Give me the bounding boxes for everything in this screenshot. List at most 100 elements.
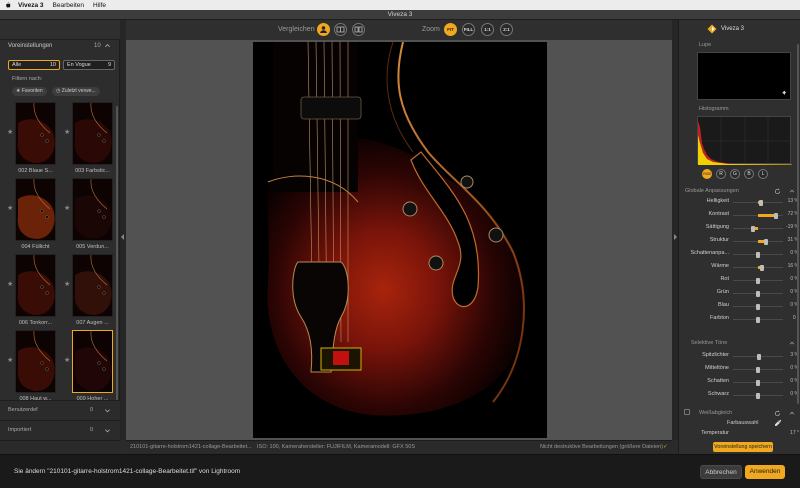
chevron-down-icon[interactable] bbox=[104, 427, 111, 434]
global-slider[interactable]: Grün 0 % bbox=[679, 287, 800, 299]
channel-b[interactable]: B bbox=[744, 169, 754, 179]
slider-track[interactable] bbox=[733, 379, 783, 386]
slider-knob[interactable] bbox=[756, 303, 760, 310]
favorite-star-icon[interactable]: ★ bbox=[64, 128, 70, 136]
slider-track[interactable] bbox=[733, 366, 783, 373]
favorite-star-icon[interactable]: ★ bbox=[7, 280, 13, 288]
favorite-star-icon[interactable]: ★ bbox=[7, 204, 13, 212]
tone-slider[interactable]: Schwarz 0 % bbox=[679, 389, 800, 401]
global-slider[interactable]: Helligkeit 13 % bbox=[679, 196, 800, 208]
reset-icon[interactable] bbox=[774, 410, 781, 417]
white-balance-header[interactable]: Weißabgleich bbox=[679, 408, 800, 418]
slider-temperature[interactable]: Temperatur 17 ° bbox=[679, 428, 800, 440]
slider-track[interactable] bbox=[733, 353, 783, 360]
preset-thumbnail[interactable] bbox=[72, 102, 113, 165]
eyedropper-icon[interactable] bbox=[775, 419, 782, 426]
selective-tones-header[interactable]: Selektive Töne bbox=[679, 338, 800, 348]
pin-icon[interactable] bbox=[781, 90, 787, 96]
global-slider[interactable]: Struktur 31 % bbox=[679, 235, 800, 247]
slider-knob[interactable] bbox=[751, 225, 756, 232]
slider-track[interactable] bbox=[733, 264, 783, 271]
preset-thumbnail[interactable] bbox=[15, 254, 56, 317]
menu-bearbeiten[interactable]: Bearbeiten bbox=[53, 2, 84, 9]
global-slider[interactable]: Rot 0 % bbox=[679, 274, 800, 286]
slider-track[interactable] bbox=[733, 392, 783, 399]
chevron-down-icon[interactable] bbox=[104, 407, 111, 414]
slider-knob[interactable] bbox=[760, 264, 764, 271]
favorite-star-icon[interactable]: ★ bbox=[7, 356, 13, 364]
slider-knob[interactable] bbox=[756, 353, 761, 360]
apple-menu-icon[interactable] bbox=[4, 1, 12, 9]
slider-track[interactable] bbox=[733, 316, 783, 323]
global-adjustments-header[interactable]: Globale Anpassungen bbox=[679, 186, 800, 196]
menu-app-name[interactable]: Viveza 3 bbox=[18, 2, 44, 9]
slider-knob[interactable] bbox=[756, 392, 760, 399]
user-defined-section[interactable]: Benutzerdef 0 bbox=[0, 400, 120, 420]
collapse-right-icon[interactable] bbox=[673, 234, 677, 240]
imported-section[interactable]: Importiert 0 bbox=[0, 420, 120, 440]
preset-filter-all[interactable]: Alle 10 bbox=[8, 60, 60, 70]
compare-single-button[interactable] bbox=[317, 23, 330, 36]
slider-knob[interactable] bbox=[756, 290, 760, 297]
slider-track[interactable] bbox=[733, 199, 783, 206]
slider-track[interactable] bbox=[733, 238, 783, 245]
loupe-view[interactable] bbox=[697, 52, 791, 100]
slider-knob[interactable] bbox=[756, 379, 760, 386]
filter-favorites[interactable]: ★ Favoriten bbox=[12, 87, 47, 96]
white-balance-checkbox[interactable] bbox=[684, 409, 690, 415]
slider-track[interactable] bbox=[733, 251, 783, 258]
global-slider[interactable]: Farbton 0 ° bbox=[679, 313, 800, 325]
zoom-2-1-button[interactable]: 2:1 bbox=[500, 23, 513, 36]
reset-icon[interactable] bbox=[774, 188, 781, 195]
preset-thumbnail[interactable] bbox=[72, 254, 113, 317]
collapse-left-icon[interactable] bbox=[121, 234, 125, 240]
tone-slider[interactable]: Mitteltöne 0 % bbox=[679, 363, 800, 375]
slider-track[interactable] bbox=[733, 290, 783, 297]
tone-slider[interactable]: Schatten 0 % bbox=[679, 376, 800, 388]
channel-l[interactable]: L bbox=[758, 169, 768, 179]
save-preset-button[interactable]: Voreinstellung speichern bbox=[713, 442, 773, 452]
zoom-fit-button[interactable]: FIT bbox=[444, 23, 457, 36]
zoom-1-1-button[interactable]: 1:1 bbox=[481, 23, 494, 36]
adjustments-scrollbar[interactable] bbox=[797, 44, 799, 404]
compare-sidebyside-button[interactable] bbox=[352, 23, 365, 36]
favorite-star-icon[interactable]: ★ bbox=[64, 280, 70, 288]
slider-knob[interactable] bbox=[763, 238, 768, 245]
slider-track[interactable] bbox=[733, 277, 783, 284]
channel-rgb[interactable]: RGB bbox=[702, 169, 712, 179]
favorite-star-icon[interactable]: ★ bbox=[64, 356, 70, 364]
chevron-up-icon[interactable] bbox=[789, 188, 795, 194]
guitar-photo[interactable] bbox=[253, 42, 547, 438]
chevron-up-icon[interactable] bbox=[104, 42, 111, 49]
slider-track[interactable] bbox=[733, 303, 783, 310]
channel-g[interactable]: G bbox=[730, 169, 740, 179]
channel-r[interactable]: R bbox=[716, 169, 726, 179]
slider-knob[interactable] bbox=[774, 212, 778, 219]
slider-knob[interactable] bbox=[756, 251, 760, 258]
checkmark-icon[interactable]: ✓ bbox=[663, 441, 668, 454]
preset-filter-envogue[interactable]: En Vogue 9 bbox=[63, 60, 115, 70]
tone-slider[interactable]: Spitzlichter 3 % bbox=[679, 350, 800, 362]
cancel-button[interactable]: Abbrechen bbox=[700, 465, 742, 479]
apply-button[interactable]: Anwenden bbox=[745, 465, 785, 479]
slider-track[interactable] bbox=[733, 212, 783, 219]
image-canvas[interactable] bbox=[126, 40, 672, 440]
global-slider[interactable]: Wärme 16 % bbox=[679, 261, 800, 273]
chevron-up-icon[interactable] bbox=[789, 410, 795, 416]
slider-knob[interactable] bbox=[756, 277, 760, 284]
global-slider[interactable]: Blau 0 % bbox=[679, 300, 800, 312]
favorite-star-icon[interactable]: ★ bbox=[7, 128, 13, 136]
global-slider[interactable]: Kontrast 72 % bbox=[679, 209, 800, 221]
zoom-fill-button[interactable]: FILL bbox=[462, 23, 475, 36]
global-slider[interactable]: Schattenanpa... 0 % bbox=[679, 248, 800, 260]
favorite-star-icon[interactable]: ★ bbox=[64, 204, 70, 212]
slider-track[interactable] bbox=[733, 225, 783, 232]
presets-scrollbar[interactable] bbox=[116, 106, 118, 416]
menu-hilfe[interactable]: Hilfe bbox=[93, 2, 106, 9]
slider-knob[interactable] bbox=[756, 316, 760, 323]
global-slider[interactable]: Sättigung -19 % bbox=[679, 222, 800, 234]
preset-thumbnail[interactable] bbox=[15, 102, 56, 165]
preset-thumbnail[interactable] bbox=[72, 178, 113, 241]
preset-thumbnail[interactable] bbox=[15, 178, 56, 241]
preset-thumbnail[interactable] bbox=[15, 330, 56, 393]
